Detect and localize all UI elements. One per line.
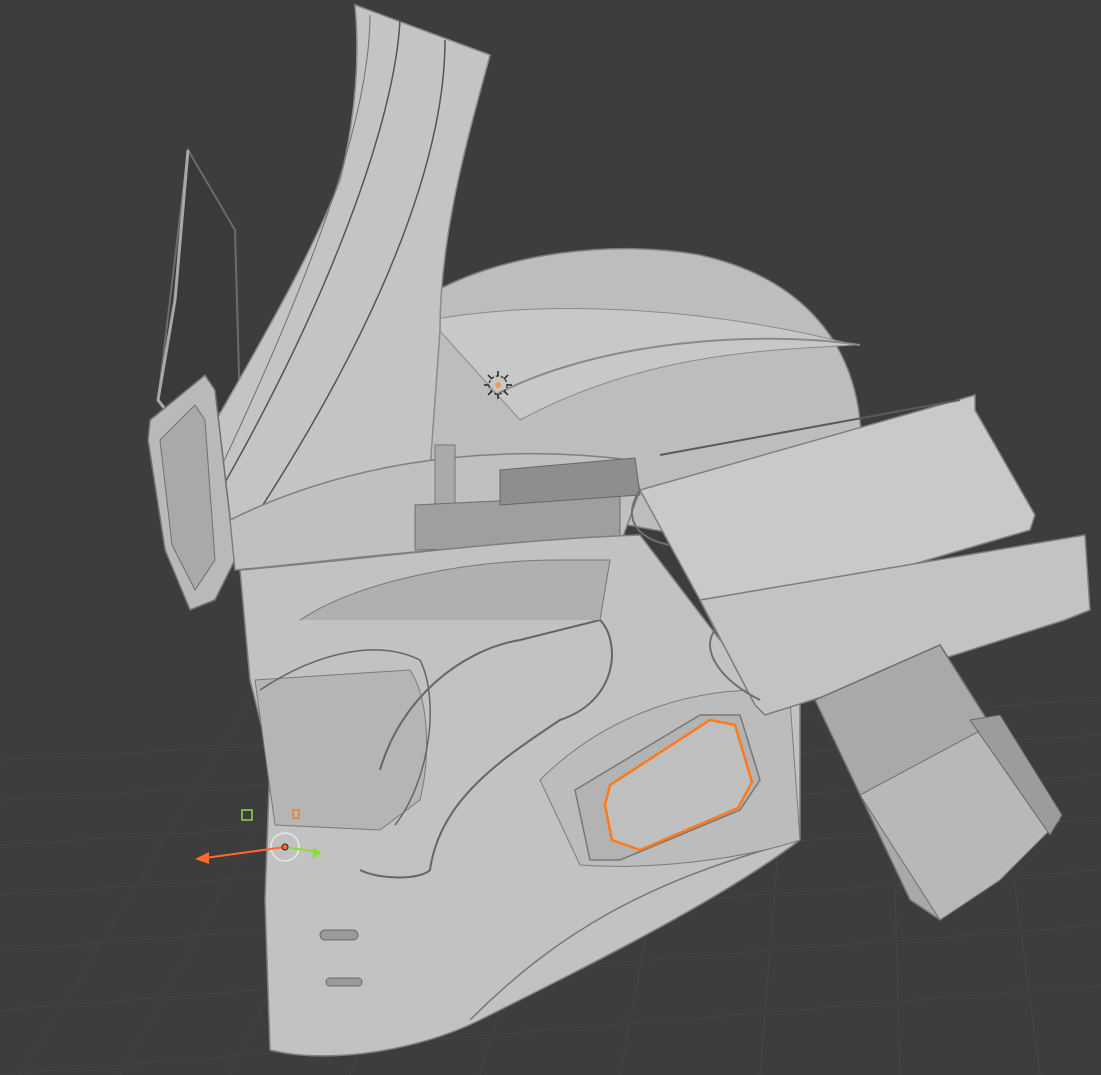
sun-lamp-icon[interactable] [484, 371, 512, 399]
rear-cylinder[interactable] [813, 644, 1063, 921]
3d-viewport[interactable] [0, 0, 1101, 1075]
